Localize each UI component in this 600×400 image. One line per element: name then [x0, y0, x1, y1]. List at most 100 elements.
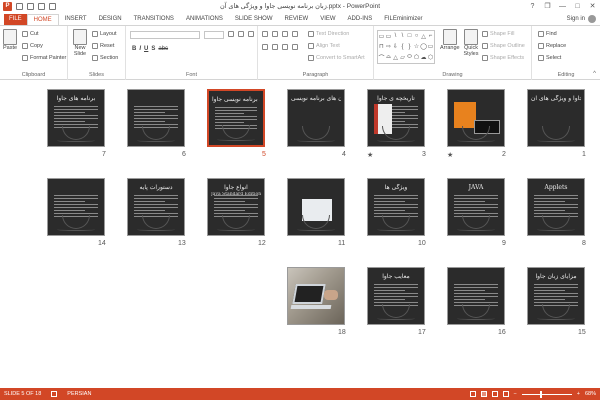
shape-option[interactable]: ▱	[399, 52, 406, 63]
zoom-out-button[interactable]: −	[514, 391, 517, 397]
quick-styles-button[interactable]: Quick Styles	[462, 29, 480, 57]
slide-thumbnail-10[interactable]: ویژگی ها	[367, 178, 425, 236]
bullets-icon[interactable]	[262, 31, 268, 37]
normal-view-icon[interactable]	[469, 391, 476, 397]
strikethrough-button[interactable]: abc	[158, 46, 168, 52]
language-indicator[interactable]: PERSIAN	[67, 391, 91, 397]
bold-button[interactable]: B	[132, 46, 136, 52]
shape-option[interactable]: ☁	[420, 52, 427, 63]
shape-option[interactable]: ⌓	[385, 52, 392, 63]
slide-thumbnail-6[interactable]	[127, 89, 185, 147]
zoom-in-button[interactable]: +	[577, 391, 580, 397]
shape-effects-button[interactable]: Shape Effects	[482, 55, 524, 61]
tab-slide-show[interactable]: SLIDE SHOW	[229, 14, 279, 25]
tab-animations[interactable]: ANIMATIONS	[180, 14, 229, 25]
sign-in[interactable]: Sign in	[567, 15, 596, 23]
shape-option[interactable]: △	[420, 31, 427, 42]
section-button[interactable]: Section	[92, 55, 118, 61]
slide-thumbnail-16[interactable]	[447, 267, 505, 325]
tab-file[interactable]: FILE	[4, 14, 27, 25]
slide-thumbnail-1[interactable]: برنامه نویسی جاوا و ویژگی های آن	[527, 89, 585, 147]
tab-home[interactable]: HOME	[26, 14, 59, 25]
shapes-gallery[interactable]: ▭ ▭ \ \ □ ○ △ ⌐ ⊓ ⇨ ⇩{} ☆ ◯ ▭ ⌒ ⌓ △ ▱ ⬭ ⬠ ☁ ⬡	[377, 30, 435, 64]
transition-star-icon[interactable]: ★	[367, 151, 373, 159]
shape-option[interactable]: □	[406, 31, 413, 42]
slide-thumbnail-17[interactable]: معایب جاوا	[367, 267, 425, 325]
ribbon-display-options-icon[interactable]: ❐	[540, 0, 555, 12]
shape-option[interactable]: ⊓	[378, 42, 385, 53]
slide-thumbnail-8[interactable]: Applets	[527, 178, 585, 236]
close-button[interactable]: ✕	[585, 0, 600, 12]
tab-fileminimizer[interactable]: FILEminimizer	[378, 14, 428, 25]
justify-icon[interactable]	[292, 44, 298, 50]
start-slideshow-icon[interactable]	[49, 2, 56, 10]
slide-thumbnail-12[interactable]: انواع جاواJava Standard Edition	[207, 178, 265, 236]
shape-option[interactable]: ○	[413, 31, 420, 42]
shape-option[interactable]: ⬠	[413, 52, 420, 63]
slide-thumbnail-15[interactable]: مزایای زبان جاوا	[527, 267, 585, 325]
slide-thumbnail-2[interactable]	[447, 89, 505, 147]
shape-option[interactable]: ⌐	[427, 31, 434, 42]
align-center-icon[interactable]	[272, 44, 278, 50]
reset-button[interactable]: Reset	[92, 43, 114, 49]
tab-insert[interactable]: INSERT	[59, 14, 93, 25]
zoom-level[interactable]: 68%	[585, 391, 596, 397]
shape-option[interactable]: ▭	[427, 42, 434, 53]
slide-thumbnail-5[interactable]: اشنایی با زبان برنامه نویسی جاوا	[207, 89, 265, 147]
find-button[interactable]: Find	[538, 31, 557, 37]
font-family-select[interactable]	[130, 31, 200, 39]
tab-add-ins[interactable]: ADD-INS	[342, 14, 379, 25]
font-size-select[interactable]	[204, 31, 224, 39]
clear-formatting-icon[interactable]	[248, 31, 254, 37]
help-button[interactable]: ?	[525, 0, 540, 12]
italic-button[interactable]: I	[139, 46, 141, 52]
text-direction-button[interactable]: Text Direction	[308, 31, 349, 37]
align-right-icon[interactable]	[282, 44, 288, 50]
shape-option[interactable]: ☆	[413, 42, 420, 53]
copy-button[interactable]: Copy	[22, 43, 43, 49]
slideshow-view-icon[interactable]	[502, 391, 509, 397]
shape-option[interactable]: ⬡	[427, 52, 434, 63]
shape-option[interactable]: \	[399, 31, 406, 42]
zoom-slider[interactable]	[521, 390, 572, 398]
format-painter-button[interactable]: Format Painter	[22, 55, 66, 61]
cut-button[interactable]: Cut	[22, 31, 39, 37]
maximize-button[interactable]: □	[570, 0, 585, 12]
shape-option[interactable]: ⌒	[378, 52, 385, 63]
shape-option[interactable]: ⬭	[406, 52, 413, 63]
paste-button[interactable]: Paste	[3, 29, 17, 51]
layout-button[interactable]: Layout	[92, 31, 117, 37]
shape-option[interactable]: \	[392, 31, 399, 42]
shape-outline-button[interactable]: Shape Outline	[482, 43, 525, 49]
increase-font-icon[interactable]	[228, 31, 234, 37]
tab-transitions[interactable]: TRANSITIONS	[128, 14, 180, 25]
proofing-icon[interactable]	[51, 391, 58, 397]
zoom-slider-thumb[interactable]	[540, 390, 543, 398]
shape-option[interactable]: {	[399, 42, 406, 53]
slide-thumbnail-3[interactable]: تاریخچه ی جاوا	[367, 89, 425, 147]
shape-option[interactable]: ▭	[378, 31, 385, 42]
select-button[interactable]: Select	[538, 55, 561, 61]
tab-design[interactable]: DESIGN	[93, 14, 128, 25]
slide-thumbnail-7[interactable]: برنامه های جاوا	[47, 89, 105, 147]
align-text-button[interactable]: Align Text	[308, 43, 340, 49]
slide-sorter-view-icon[interactable]	[480, 391, 487, 397]
new-slide-button[interactable]: New Slide	[71, 29, 89, 57]
convert-smartart-button[interactable]: Convert to SmartArt	[308, 55, 365, 61]
decrease-indent-icon[interactable]	[282, 31, 288, 37]
arrange-button[interactable]: Arrange	[440, 29, 460, 51]
slide-thumbnail-9[interactable]: JAVA	[447, 178, 505, 236]
shape-option[interactable]: ⇨	[385, 42, 392, 53]
decrease-font-icon[interactable]	[238, 31, 244, 37]
slide-thumbnail-14[interactable]	[47, 178, 105, 236]
shape-option[interactable]: △	[392, 52, 399, 63]
tab-review[interactable]: REVIEW	[279, 14, 315, 25]
shape-fill-button[interactable]: Shape Fill	[482, 31, 514, 37]
underline-button[interactable]: U	[144, 46, 148, 52]
slide-thumbnail-11[interactable]	[287, 178, 345, 236]
avatar[interactable]	[588, 15, 596, 23]
redo-icon[interactable]	[38, 2, 45, 10]
slide-thumbnail-13[interactable]: دستورات پایه	[127, 178, 185, 236]
shape-option[interactable]: ▭	[385, 31, 392, 42]
minimize-button[interactable]: —	[555, 0, 570, 12]
